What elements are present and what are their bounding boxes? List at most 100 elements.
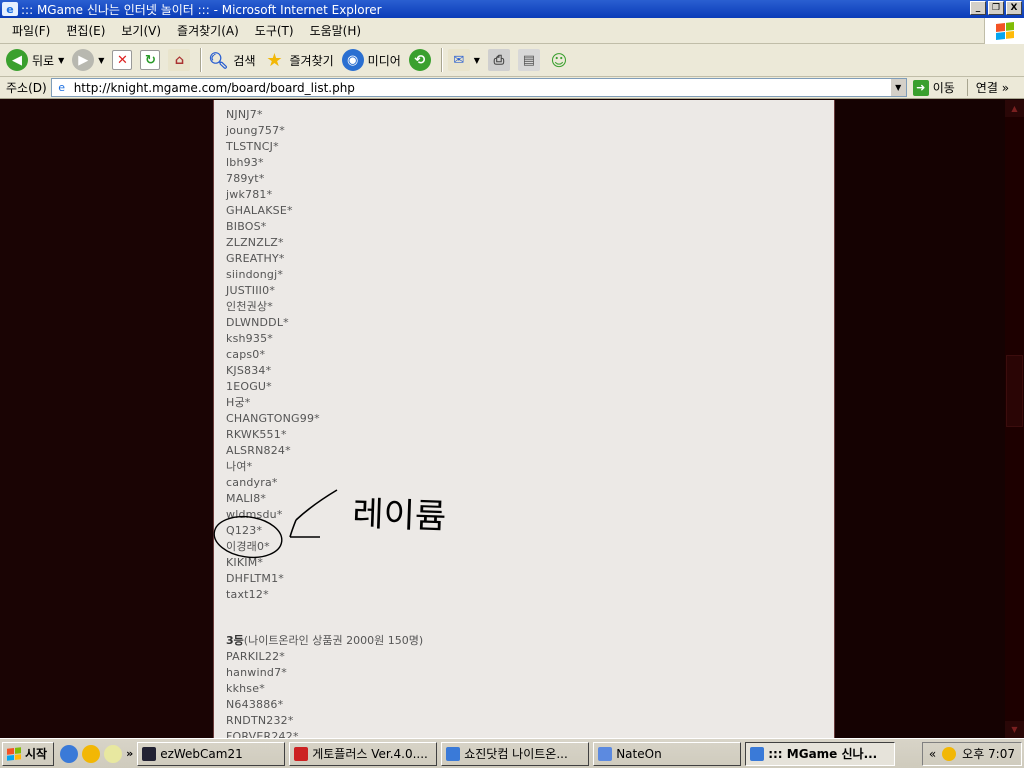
refresh-icon: ↻ — [140, 50, 161, 70]
toolbar-separator — [440, 48, 442, 72]
stop-button[interactable]: ✕ — [110, 46, 134, 74]
search-button[interactable]: 🔍︎ 검색 — [205, 46, 257, 74]
prize-description: (나이트온라인 상품권 2000원 150명) — [243, 634, 424, 647]
tray-messenger-icon[interactable] — [942, 746, 957, 761]
messenger-button[interactable]: ☺ — [546, 46, 572, 74]
address-url[interactable]: http://knight.mgame.com/board/board_list… — [74, 81, 890, 95]
right-shadow-area — [835, 100, 1005, 738]
winner-name: ksh935* — [226, 332, 273, 345]
windows-logo — [984, 18, 1024, 44]
winner-name: wldmsdu* — [226, 508, 283, 521]
quick-launch: » — [60, 744, 133, 763]
task-shojin[interactable]: 쇼진닷컴 나이트온... — [441, 741, 590, 766]
edit-button[interactable]: ▤ — [516, 46, 542, 74]
winner-name: DLWNDDL* — [226, 316, 289, 329]
ie-task-icon — [446, 746, 461, 761]
go-button[interactable]: ➜ 이동 — [912, 79, 955, 96]
winner-name: JUSTIII0* — [226, 284, 276, 297]
winner-name: joung757* — [226, 124, 286, 137]
minimize-button[interactable]: _ — [970, 1, 986, 15]
task-label: ezWebCam21 — [160, 746, 243, 761]
menu-view[interactable]: 보기(V) — [113, 22, 169, 39]
mail-icon: ✉ — [447, 49, 470, 71]
winner-name: kkhse* — [226, 682, 265, 695]
address-input[interactable]: e http://knight.mgame.com/board/board_li… — [50, 78, 907, 97]
winner-name: GHALAKSE* — [226, 204, 293, 217]
go-label: 이동 — [932, 81, 955, 95]
task-label: ::: MGame 신나... — [768, 747, 878, 761]
address-bar: 주소(D) e http://knight.mgame.com/board/bo… — [0, 77, 1024, 99]
forward-dropdown-icon[interactable]: ▼ — [98, 56, 104, 65]
back-label: 뒤로 — [32, 53, 55, 68]
scroll-thumb[interactable] — [1006, 355, 1023, 427]
winner-name: 789yt* — [226, 172, 265, 185]
favorites-label: 즐겨찾기 — [289, 53, 334, 68]
winner-name: hanwind7* — [226, 666, 287, 679]
winner-name: FORVER242* — [226, 730, 299, 738]
close-button[interactable]: X — [1006, 1, 1022, 15]
vertical-scrollbar[interactable]: ▲ ▼ — [1005, 100, 1024, 738]
search-icon: 🔍︎ — [208, 50, 229, 70]
menu-favorites[interactable]: 즐겨찾기(A) — [169, 22, 247, 39]
media-button[interactable]: ◉ 미디어 — [340, 46, 403, 74]
address-label: 주소(D) — [6, 81, 47, 95]
webcam-icon — [142, 746, 157, 761]
windows-flag-icon — [995, 22, 1014, 40]
links-label: 연결 — [975, 81, 998, 95]
egg-quicklaunch-icon[interactable] — [104, 744, 123, 763]
menu-tools[interactable]: 도구(T) — [247, 22, 302, 39]
address-dropdown-icon[interactable]: ▼ — [889, 79, 906, 96]
winner-name: NJNJ7* — [226, 108, 263, 121]
winner-name: PARKIL22* — [226, 650, 285, 663]
scroll-down-icon[interactable]: ▼ — [1005, 721, 1024, 738]
nateon-icon — [598, 746, 613, 761]
winner-name: CHANGTONG99* — [226, 412, 320, 425]
menu-edit[interactable]: 편집(E) — [58, 22, 113, 39]
page-icon: e — [58, 80, 66, 94]
menu-help[interactable]: 도움말(H) — [302, 22, 370, 39]
quicklaunch-more-icon[interactable]: » — [126, 747, 133, 760]
start-flag-icon — [7, 746, 21, 761]
system-tray: « 오후 7:07 — [921, 741, 1022, 766]
home-button[interactable]: ⌂ — [166, 46, 192, 74]
mail-button[interactable]: ✉ ▼ — [446, 46, 482, 74]
menu-file[interactable]: 파일(F) — [4, 22, 58, 39]
scroll-up-icon[interactable]: ▲ — [1005, 100, 1024, 117]
tray-expand-icon[interactable]: « — [929, 747, 936, 761]
winner-name: GREATHY* — [226, 252, 285, 265]
star-icon: ★ — [266, 49, 283, 71]
back-dropdown-icon[interactable]: ▼ — [58, 56, 64, 65]
mail-dropdown-icon[interactable]: ▼ — [474, 56, 480, 65]
start-label: 시작 — [25, 747, 48, 761]
history-button[interactable]: ⟲ — [407, 46, 433, 74]
restore-button[interactable]: ❐ — [988, 1, 1004, 15]
winner-name: KJS834* — [226, 364, 272, 377]
task-getoplus[interactable]: 게토플러스 Ver.4.0.... — [289, 741, 438, 766]
winner-name: 이경래0* — [226, 540, 270, 553]
winner-name: 인천권상* — [226, 300, 273, 313]
winner-name: RKWK551* — [226, 428, 287, 441]
favorites-button[interactable]: ★ 즐겨찾기 — [262, 46, 336, 74]
links-button[interactable]: 연결 » — [966, 79, 1009, 96]
taskbar: 시작 » ezWebCam21 게토플러스 Ver.4.0.... 쇼진닷컴 나… — [0, 738, 1024, 768]
task-nateon[interactable]: NateOn — [593, 741, 742, 766]
print-button[interactable]: ⎙ — [486, 46, 512, 74]
winner-name: ALSRN824* — [226, 444, 291, 457]
messenger-quicklaunch-icon[interactable] — [82, 744, 101, 763]
ie-task-icon — [750, 746, 765, 761]
ie-icon: e — [2, 2, 18, 16]
ie-quicklaunch-icon[interactable] — [60, 744, 79, 763]
task-ezwebcam[interactable]: ezWebCam21 — [137, 741, 286, 766]
winner-name: DHFLTM1* — [226, 572, 284, 585]
home-icon: ⌂ — [168, 49, 191, 71]
standard-toolbar: ◀ 뒤로 ▼ ▶ ▼ ✕ ↻ ⌂ 🔍︎ 검색 ★ 즐겨찾기 ◉ 미디어 ⟲ ✉ … — [0, 44, 1024, 77]
forward-button[interactable]: ▶ ▼ — [70, 46, 106, 74]
back-button[interactable]: ◀ 뒤로 ▼ — [4, 46, 66, 74]
edit-page-icon: ▤ — [517, 49, 540, 71]
start-button[interactable]: 시작 — [2, 741, 55, 766]
media-label: 미디어 — [367, 53, 401, 68]
winner-name: 나여* — [226, 460, 253, 473]
refresh-button[interactable]: ↻ — [138, 46, 162, 74]
task-mgame[interactable]: ::: MGame 신나... — [745, 741, 896, 766]
toolbar-separator — [200, 48, 202, 72]
